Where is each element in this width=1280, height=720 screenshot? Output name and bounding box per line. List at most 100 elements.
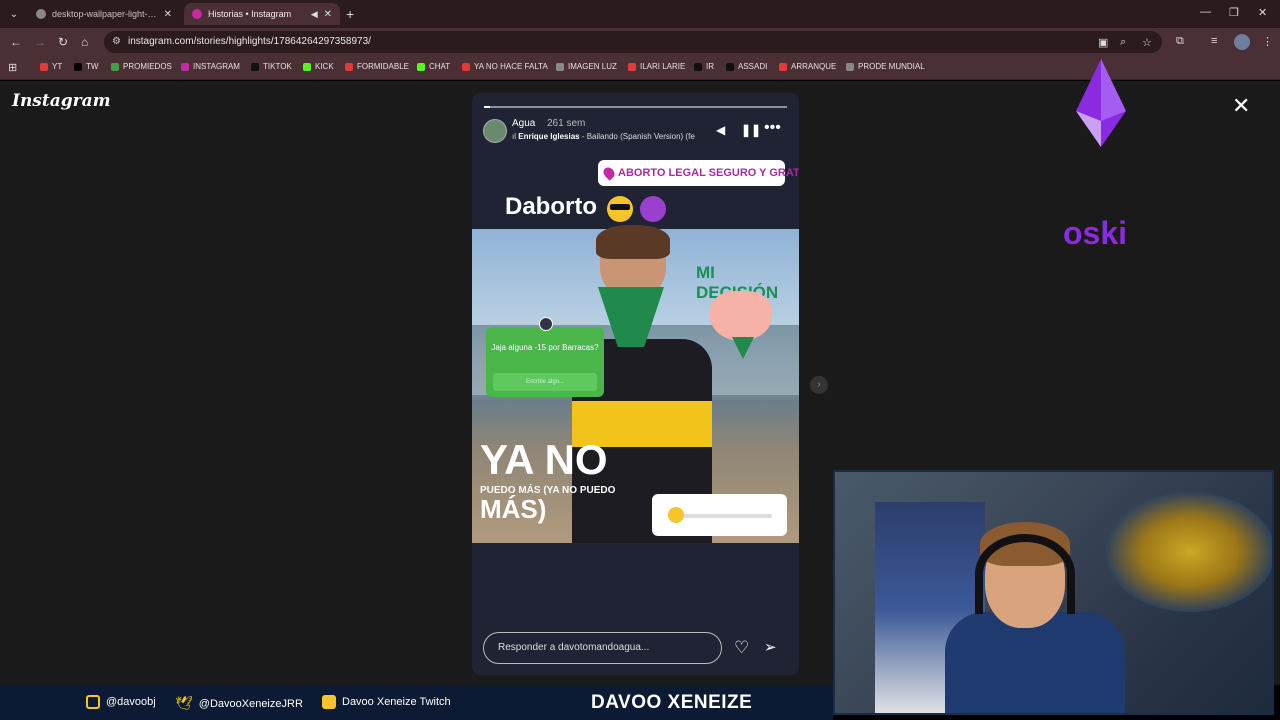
close-window-button[interactable]: ✕ bbox=[1258, 6, 1267, 19]
bookmark-label: IR bbox=[706, 62, 714, 71]
extensions-icon[interactable]: ⧉ bbox=[1176, 35, 1184, 48]
menu-icon[interactable]: ⋮ bbox=[1262, 35, 1273, 48]
bookmark-favicon-icon bbox=[111, 62, 119, 71]
speaker-icon[interactable]: ◀︎ bbox=[311, 9, 318, 20]
question-sticker[interactable]: Jaja alguna -15 por Barracas? Escribe al… bbox=[486, 317, 604, 397]
bookmark-item[interactable]: TW bbox=[74, 62, 98, 71]
restore-button[interactable]: ❐ bbox=[1229, 6, 1239, 19]
story-viewer[interactable]: Agua 261 sem ıl Enrique Iglesias - Baila… bbox=[472, 93, 799, 675]
bookmark-favicon-icon bbox=[556, 62, 564, 71]
bookmark-label: TIKTOK bbox=[263, 62, 292, 71]
bookmark-item[interactable]: ARRANQUE bbox=[779, 62, 836, 71]
next-story-button[interactable]: › bbox=[810, 376, 828, 394]
screen: ⌄ desktop-wallpaper-light-yellow ✕ Histo… bbox=[0, 0, 1280, 720]
bookmark-label: ASSADI bbox=[738, 62, 768, 71]
bookmark-item[interactable]: ASSADI bbox=[726, 62, 767, 71]
reload-button[interactable]: ↻ bbox=[58, 35, 68, 49]
question-text: Jaja alguna -15 por Barracas? bbox=[491, 343, 599, 352]
url-text[interactable]: instagram.com/stories/highlights/1786426… bbox=[128, 36, 371, 47]
tab-search-icon[interactable]: ⌄ bbox=[4, 4, 24, 24]
browser-toolbar: ← → ↻ ⌂ ⚙ instagram.com/stories/highligh… bbox=[0, 28, 1280, 56]
emoji-slider-sticker[interactable] bbox=[652, 494, 787, 536]
address-bar[interactable]: ⚙ instagram.com/stories/highlights/17864… bbox=[104, 31, 1162, 53]
close-tab-icon[interactable]: ✕ bbox=[164, 9, 172, 20]
social-label: @DavooXeneizeJRR bbox=[198, 697, 303, 710]
bookmark-favicon-icon bbox=[303, 62, 311, 71]
install-icon[interactable]: ▣ bbox=[1098, 36, 1108, 49]
pause-icon[interactable]: ❚❚ bbox=[741, 123, 761, 137]
oski-logo-text: oski bbox=[1063, 215, 1128, 251]
tab-wallpaper[interactable]: desktop-wallpaper-light-yellow ✕ bbox=[28, 3, 180, 25]
bookmark-item[interactable]: KICK bbox=[303, 62, 334, 71]
bookmark-item[interactable]: YT bbox=[40, 62, 62, 71]
bookmark-label: CHAT bbox=[429, 62, 451, 71]
story-avatar[interactable] bbox=[483, 119, 507, 143]
story-username[interactable]: Agua bbox=[512, 118, 535, 129]
back-button[interactable]: ← bbox=[10, 35, 22, 49]
apps-icon[interactable]: ⊞ bbox=[8, 61, 17, 74]
bookmark-item[interactable]: PRODE MUNDIAL bbox=[846, 62, 925, 71]
big-text-line-3: MÁS) bbox=[480, 494, 547, 524]
bookmark-item[interactable]: CHAT bbox=[417, 62, 450, 71]
stream-footer: @davoobj 🕊 @DavooXeneizeJRR Davoo Xeneiz… bbox=[0, 685, 833, 720]
uterus-sticker bbox=[710, 291, 772, 341]
zoom-icon[interactable]: ⌕ bbox=[1120, 36, 1126, 49]
bookmark-item[interactable]: PROMIEDOS bbox=[111, 62, 172, 71]
bookmark-item[interactable]: FORMIDABLE bbox=[345, 62, 409, 71]
forward-button[interactable]: → bbox=[34, 35, 46, 49]
story-photo: MI DECISIÓN Jaja alguna -15 por Barracas… bbox=[472, 225, 799, 543]
bookmark-favicon-icon bbox=[694, 62, 702, 71]
bookmark-item[interactable]: INSTAGRAM bbox=[181, 62, 240, 71]
social-label: @davoobj bbox=[106, 696, 156, 708]
new-tab-button[interactable]: + bbox=[346, 5, 354, 23]
grinning-emoji-icon[interactable] bbox=[668, 507, 684, 523]
location-pin-icon bbox=[601, 165, 617, 181]
twitter-icon: 🕊 bbox=[175, 695, 193, 711]
bookmark-favicon-icon bbox=[462, 62, 470, 71]
bookmark-item[interactable]: IMAGEN LUZ bbox=[556, 62, 617, 71]
slider-track[interactable] bbox=[682, 514, 772, 518]
bookmark-item[interactable]: IR bbox=[694, 62, 714, 71]
question-avatar bbox=[539, 317, 553, 331]
bookmark-label: YT bbox=[52, 62, 63, 71]
bookmark-item[interactable]: ILARI LARIE bbox=[628, 62, 685, 71]
bookmark-item[interactable]: YA NO HACE FALTA bbox=[462, 62, 548, 71]
bookmark-favicon-icon bbox=[628, 62, 636, 71]
sunglasses-lenses bbox=[610, 204, 630, 210]
bookmark-favicon-icon bbox=[417, 62, 425, 71]
tab-strip: ⌄ desktop-wallpaper-light-yellow ✕ Histo… bbox=[0, 0, 1280, 28]
globe-icon bbox=[36, 9, 46, 19]
home-icon[interactable]: ⌂ bbox=[81, 35, 88, 49]
bookmark-label: PRODE MUNDIAL bbox=[858, 62, 925, 71]
question-input[interactable]: Escribe algo... bbox=[493, 373, 597, 391]
send-icon[interactable]: ➢ bbox=[764, 638, 777, 656]
more-options-icon[interactable]: ••• bbox=[764, 119, 781, 137]
reply-input[interactable]: Responder a davotomandoagua... bbox=[483, 632, 722, 664]
instagram-logo[interactable]: Instagram bbox=[12, 91, 111, 111]
bookmark-label: FORMIDABLE bbox=[357, 62, 410, 71]
social-youtube: Davoo Xeneize Twitch bbox=[322, 695, 451, 709]
location-sticker[interactable]: ABORTO LEGAL SEGURO Y GRATUITO bbox=[598, 160, 799, 186]
site-info-icon[interactable]: ⚙ bbox=[112, 36, 121, 47]
bookmark-favicon-icon bbox=[251, 62, 259, 71]
webcam-overlay bbox=[833, 470, 1274, 715]
stadium-mural bbox=[1105, 492, 1272, 612]
minimize-button[interactable]: — bbox=[1200, 6, 1211, 18]
story-progress-fill bbox=[484, 106, 491, 108]
tab-instagram[interactable]: Historias • Instagram ◀︎ ✕ bbox=[184, 3, 340, 25]
social-twitter: 🕊 @DavooXeneizeJRR bbox=[175, 695, 303, 712]
close-story-button[interactable]: ✕ bbox=[1232, 95, 1250, 117]
bookmark-label: KICK bbox=[315, 62, 334, 71]
heart-icon[interactable]: ♡ bbox=[734, 638, 749, 658]
volume-icon[interactable]: ◀︎ bbox=[716, 123, 725, 137]
location-text: ABORTO LEGAL SEGURO Y GRATUITO bbox=[618, 167, 799, 179]
profile-avatar[interactable] bbox=[1234, 34, 1250, 50]
media-icon[interactable]: ≡ bbox=[1211, 35, 1217, 47]
close-tab-icon[interactable]: ✕ bbox=[324, 9, 332, 20]
bookmark-star-icon[interactable]: ☆ bbox=[1142, 36, 1152, 49]
story-song[interactable]: ıl Enrique Iglesias - Bailando (Spanish … bbox=[512, 132, 708, 141]
bookmark-favicon-icon bbox=[181, 62, 189, 71]
bookmark-item[interactable]: TIKTOK bbox=[251, 62, 292, 71]
instagram-icon bbox=[86, 695, 100, 709]
bookmark-favicon-icon bbox=[345, 62, 353, 71]
